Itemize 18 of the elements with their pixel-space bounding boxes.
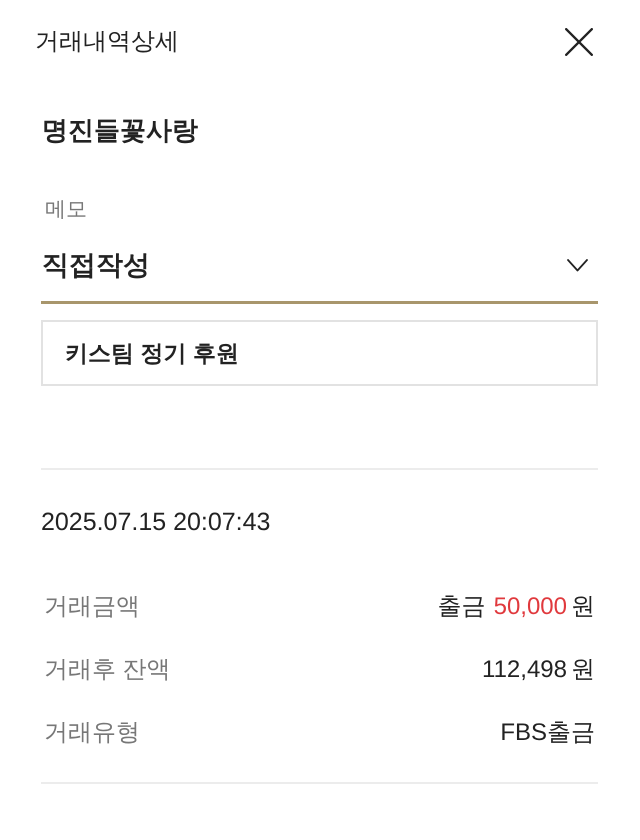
memo-label: 메모 bbox=[45, 197, 88, 223]
detail-label: 거래후 잔액 bbox=[44, 654, 171, 684]
memo-input-field[interactable]: 키스팀 정기 후원 bbox=[41, 320, 598, 386]
transaction-direction: 출금 bbox=[438, 592, 486, 622]
page-title: 거래내역상세 bbox=[35, 27, 179, 57]
account-name: 명진들꽃사랑 bbox=[42, 114, 199, 147]
memo-dropdown[interactable]: 직접작성 bbox=[41, 245, 598, 304]
balance-value: 112,498 bbox=[482, 654, 567, 684]
amount-value: 50,000 bbox=[494, 592, 567, 622]
detail-label: 거래금액 bbox=[44, 592, 140, 622]
close-icon bbox=[565, 28, 593, 56]
currency-unit: 원 bbox=[571, 592, 595, 622]
transaction-datetime: 2025.07.15 20:07:43 bbox=[41, 507, 272, 538]
detail-label: 거래유형 bbox=[44, 718, 140, 748]
close-button[interactable] bbox=[565, 28, 593, 56]
currency-unit: 원 bbox=[571, 654, 595, 684]
chevron-down-icon bbox=[567, 258, 588, 272]
detail-value: FBS출금 bbox=[500, 718, 595, 748]
